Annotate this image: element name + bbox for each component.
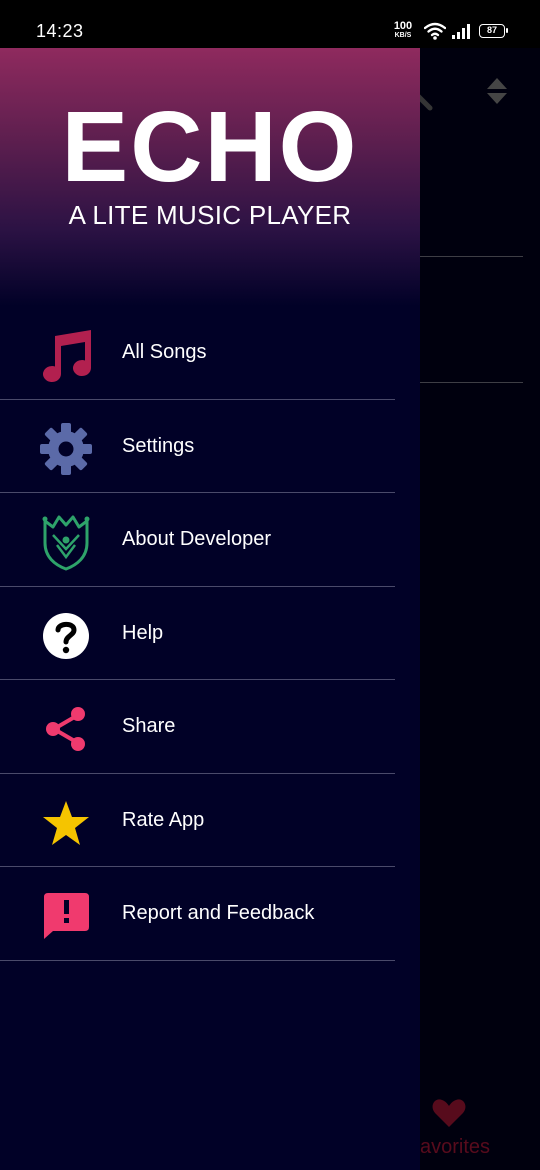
screen: 14:23 100 KB/S 87 ECHO A LITE MUSIC PLAY… — [0, 0, 540, 1170]
status-time: 14:23 — [36, 21, 84, 41]
status-bar: 14:23 100 KB/S 87 — [0, 0, 540, 48]
menu-item-label: Help — [122, 621, 164, 644]
navigation-drawer: ECHO A LITE MUSIC PLAYER All Songs Setti… — [0, 48, 420, 1170]
signal-icon — [451, 22, 471, 45]
star-icon — [37, 794, 95, 852]
menu-item-help[interactable]: Help — [0, 587, 395, 680]
menu-item-label: Rate App — [122, 808, 205, 831]
menu-item-about-developer[interactable]: About Developer — [0, 493, 395, 587]
menu-item-label: Share — [122, 715, 176, 737]
app-title: ECHO — [61, 91, 359, 203]
menu-item-label: About Developer — [122, 528, 271, 550]
gear-icon — [37, 420, 95, 478]
network-speed-value: 100 — [393, 20, 413, 32]
feedback-icon — [37, 887, 95, 945]
menu-item-rate-app[interactable]: Rate App — [0, 774, 395, 867]
question-icon — [37, 607, 95, 665]
network-speed: 100 KB/S — [392, 20, 414, 40]
drawer-menu: All Songs Settings About Developer Help … — [0, 306, 420, 961]
drawer-header: ECHO A LITE MUSIC PLAYER — [0, 48, 420, 306]
shield-crest-icon — [37, 513, 95, 571]
menu-item-report-feedback[interactable]: Report and Feedback — [0, 867, 395, 961]
battery-icon: 87 — [479, 24, 508, 38]
menu-item-label: All Songs — [122, 341, 207, 363]
wifi-icon — [423, 22, 447, 45]
share-icon — [37, 700, 95, 758]
menu-item-label: Report and Feedback — [122, 902, 315, 924]
menu-item-label: Settings — [122, 434, 195, 457]
app-subtitle: A LITE MUSIC PLAYER — [68, 200, 352, 230]
network-speed-unit: KB/S — [394, 32, 412, 39]
menu-item-settings[interactable]: Settings — [0, 400, 395, 493]
menu-item-share[interactable]: Share — [0, 680, 395, 774]
music-note-icon — [37, 326, 95, 384]
menu-item-all-songs[interactable]: All Songs — [0, 306, 395, 400]
